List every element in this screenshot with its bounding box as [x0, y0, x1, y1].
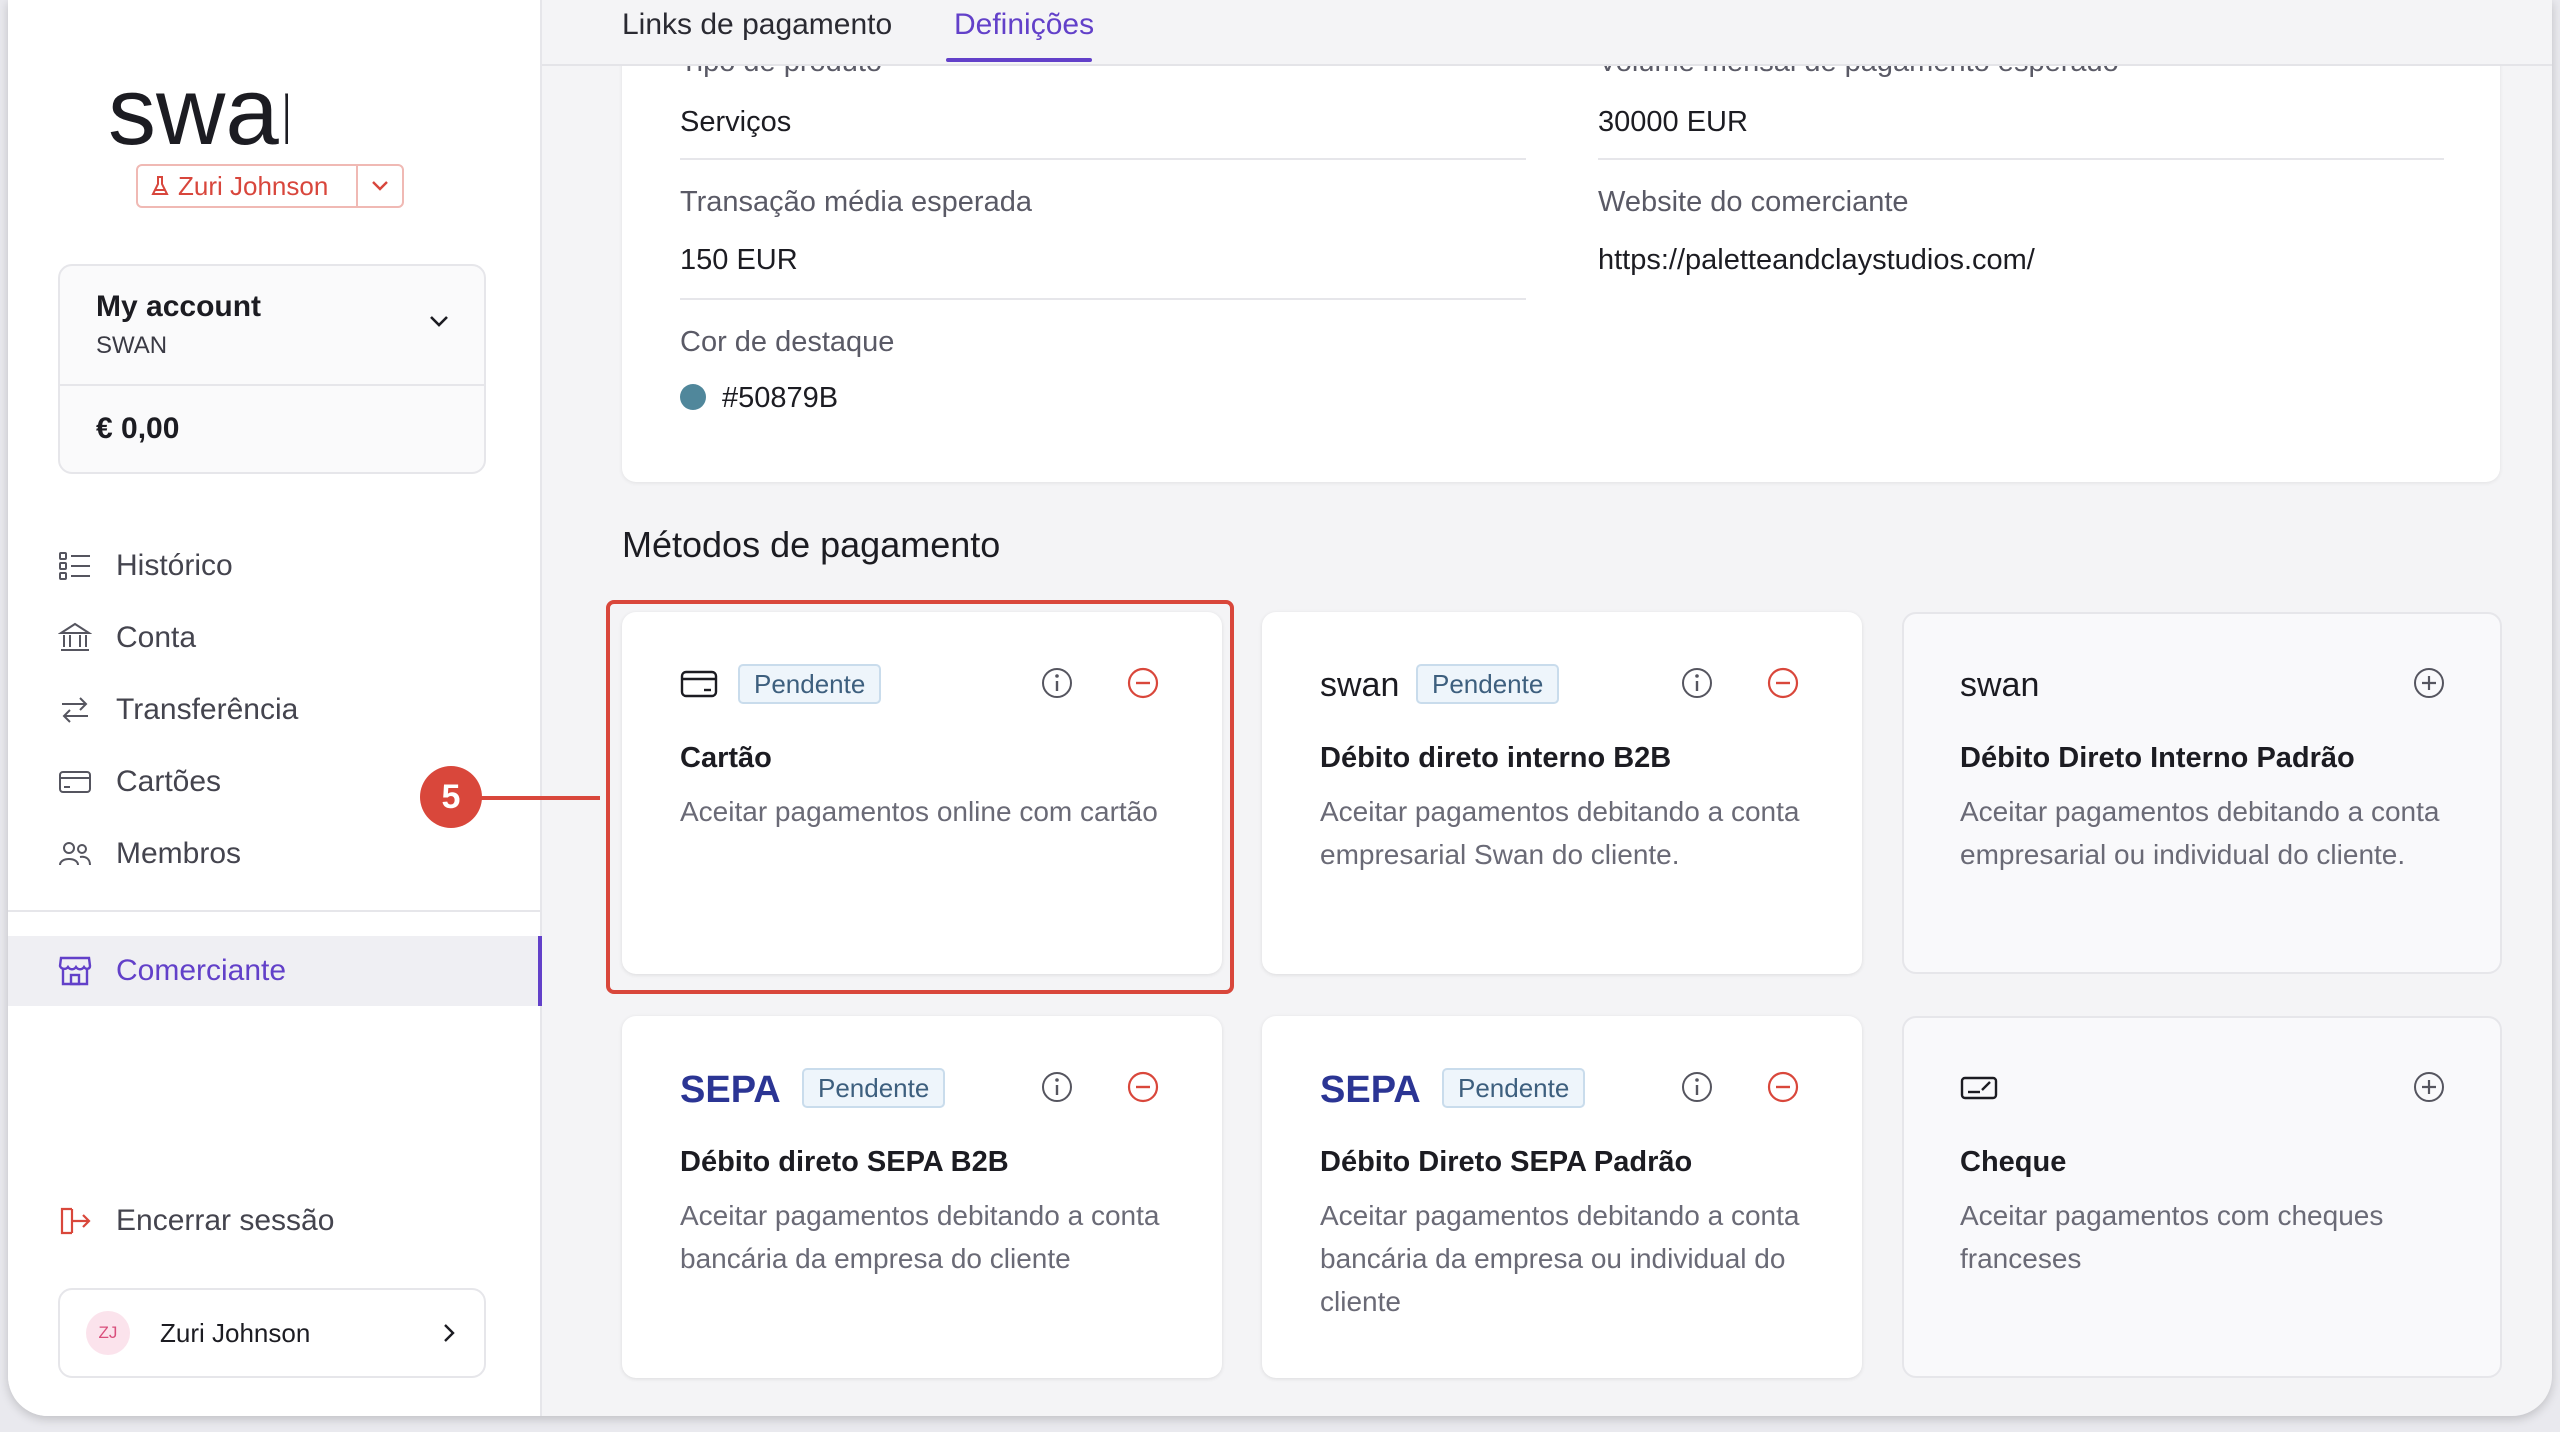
card-icon [59, 771, 91, 793]
step-number-badge: 5 [420, 766, 482, 828]
status-badge: Pendente [1416, 664, 1560, 704]
chevron-down-icon[interactable] [428, 314, 450, 328]
logout-label: Encerrar sessão [116, 1204, 335, 1237]
sepa-logo: SEPA [1320, 1068, 1430, 1108]
sidebar-item-label: Membros [116, 837, 242, 870]
logout-button[interactable]: Encerrar sessão [58, 1204, 334, 1238]
chevron-down-icon[interactable] [358, 180, 402, 192]
app-window: swan Zuri Johnson My account SWAN € 0,00 [8, 0, 2552, 1416]
info-icon[interactable] [1040, 1070, 1074, 1104]
payment-method-title: Débito direto interno B2B [1320, 742, 1672, 774]
accent-color-label: Cor de destaque [680, 326, 895, 358]
sidebar-item-comerciante-row[interactable]: Comerciante [58, 943, 286, 999]
payment-method-description: Aceitar pagamentos debitando a conta ban… [1320, 1200, 1800, 1317]
sidebar-item-label: Histórico [116, 549, 233, 582]
payment-method-title: Débito direto SEPA B2B [680, 1146, 1009, 1178]
store-icon [58, 956, 92, 986]
payment-method-card: swan Débito Direto Interno Padrão Aceita… [1902, 612, 2502, 974]
svg-text:SEPA: SEPA [680, 1069, 781, 1108]
svg-text:SEPA: SEPA [1320, 1069, 1421, 1108]
avg-transaction-label: Transação média esperada [680, 186, 1032, 218]
tab-bar: Links de pagamento Definições [542, 0, 2552, 66]
avg-transaction-value: 150 EUR [680, 244, 798, 276]
list-icon [59, 552, 90, 580]
svg-text:swan: swan [1960, 666, 2039, 704]
sidebar-item-label: Conta [116, 621, 197, 654]
account-title: My account [96, 290, 262, 323]
sidebar-item-label: Cartões [116, 765, 222, 798]
payment-method-card: SEPA Pendente Débito direto SEPA B2B Ace… [622, 1016, 1222, 1378]
environment-switcher[interactable]: Zuri Johnson [136, 164, 404, 208]
accent-color-swatch [680, 384, 706, 410]
payment-method-description: Aceitar pagamentos debitando a conta emp… [1320, 796, 1800, 870]
info-icon[interactable] [1680, 1070, 1714, 1104]
add-circle-icon[interactable] [2412, 1070, 2446, 1104]
sidebar-item-conta[interactable]: Conta [58, 610, 196, 666]
sidebar-item-transferencia[interactable]: Transferência [58, 682, 298, 738]
account-switcher[interactable]: My account SWAN € 0,00 [58, 264, 486, 474]
bank-icon [58, 622, 92, 651]
accent-color-value: #50879B [722, 382, 839, 414]
remove-circle-icon[interactable] [1766, 666, 1800, 700]
add-circle-icon[interactable] [2412, 666, 2446, 700]
account-subtitle: SWAN [96, 332, 168, 359]
sidebar-item-label: Comerciante [116, 954, 287, 987]
payment-method-description: Aceitar pagamentos debitando a conta ban… [680, 1200, 1160, 1274]
sidebar-item-historico[interactable]: Histórico [58, 538, 233, 594]
cheque-icon [1960, 1068, 1998, 1108]
info-icon[interactable] [1680, 666, 1714, 700]
payment-method-description: Aceitar pagamentos debitando a conta emp… [1960, 796, 2440, 870]
svg-text:swan: swan [1320, 666, 1399, 704]
payment-method-title: Cheque [1960, 1146, 2067, 1178]
product-type-value: Serviços [680, 106, 792, 138]
sidebar-item-cartoes[interactable]: Cartões [58, 754, 221, 810]
remove-circle-icon[interactable] [1126, 1070, 1160, 1104]
chevron-right-icon [444, 1324, 455, 1342]
account-balance: € 0,00 [96, 412, 180, 445]
status-badge: Pendente [802, 1068, 946, 1108]
monthly-volume-value: 30000 EUR [1598, 106, 1748, 138]
payment-method-description: Aceitar pagamentos com cheques franceses [1960, 1200, 2384, 1274]
sidebar-item-membros[interactable]: Membros [58, 826, 241, 882]
swan-logo: swan [108, 58, 288, 165]
sepa-logo: SEPA [680, 1068, 790, 1108]
merchant-details-card: Tipo de produto Serviços Volume mensal d… [622, 30, 2500, 482]
sidebar: swan Zuri Johnson My account SWAN € 0,00 [8, 0, 542, 1416]
payment-method-card: swan Pendente Débito direto interno B2B … [1262, 612, 1862, 974]
transfer-arrows-icon [62, 697, 88, 723]
callout-line [476, 796, 600, 800]
avatar: ZJ [86, 1311, 130, 1355]
website-label: Website do comerciante [1598, 186, 1909, 218]
flask-icon [151, 176, 169, 195]
swan-logo: swan [1960, 664, 2046, 704]
sidebar-item-label: Transferência [116, 693, 299, 726]
user-profile-card[interactable]: ZJ Zuri Johnson [58, 1288, 486, 1378]
tab-settings[interactable]: Definições [954, 8, 1094, 42]
svg-text:swan: swan [108, 58, 288, 165]
user-name: Zuri Johnson [160, 1317, 311, 1348]
environment-user-name: Zuri Johnson [178, 170, 329, 201]
payment-method-card: SEPA Pendente Débito Direto SEPA Padrão … [1262, 1016, 1862, 1378]
members-icon [59, 842, 91, 866]
tab-payment-links[interactable]: Links de pagamento [622, 8, 892, 42]
swan-logo: swan [1320, 664, 1406, 704]
website-value: https://paletteandclaystudios.com/ [1598, 244, 2035, 276]
payment-method-title: Débito Direto SEPA Padrão [1320, 1146, 1693, 1178]
highlight-outline [606, 600, 1234, 994]
sidebar-item-comerciante[interactable]: Comerciante [8, 936, 542, 1006]
payment-method-card: Cheque Aceitar pagamentos com cheques fr… [1902, 1016, 2502, 1378]
payment-method-title: Débito Direto Interno Padrão [1960, 742, 2355, 774]
remove-circle-icon[interactable] [1766, 1070, 1800, 1104]
payment-methods-title: Métodos de pagamento [622, 524, 1001, 565]
status-badge: Pendente [1442, 1068, 1586, 1108]
logout-icon [60, 1207, 91, 1235]
